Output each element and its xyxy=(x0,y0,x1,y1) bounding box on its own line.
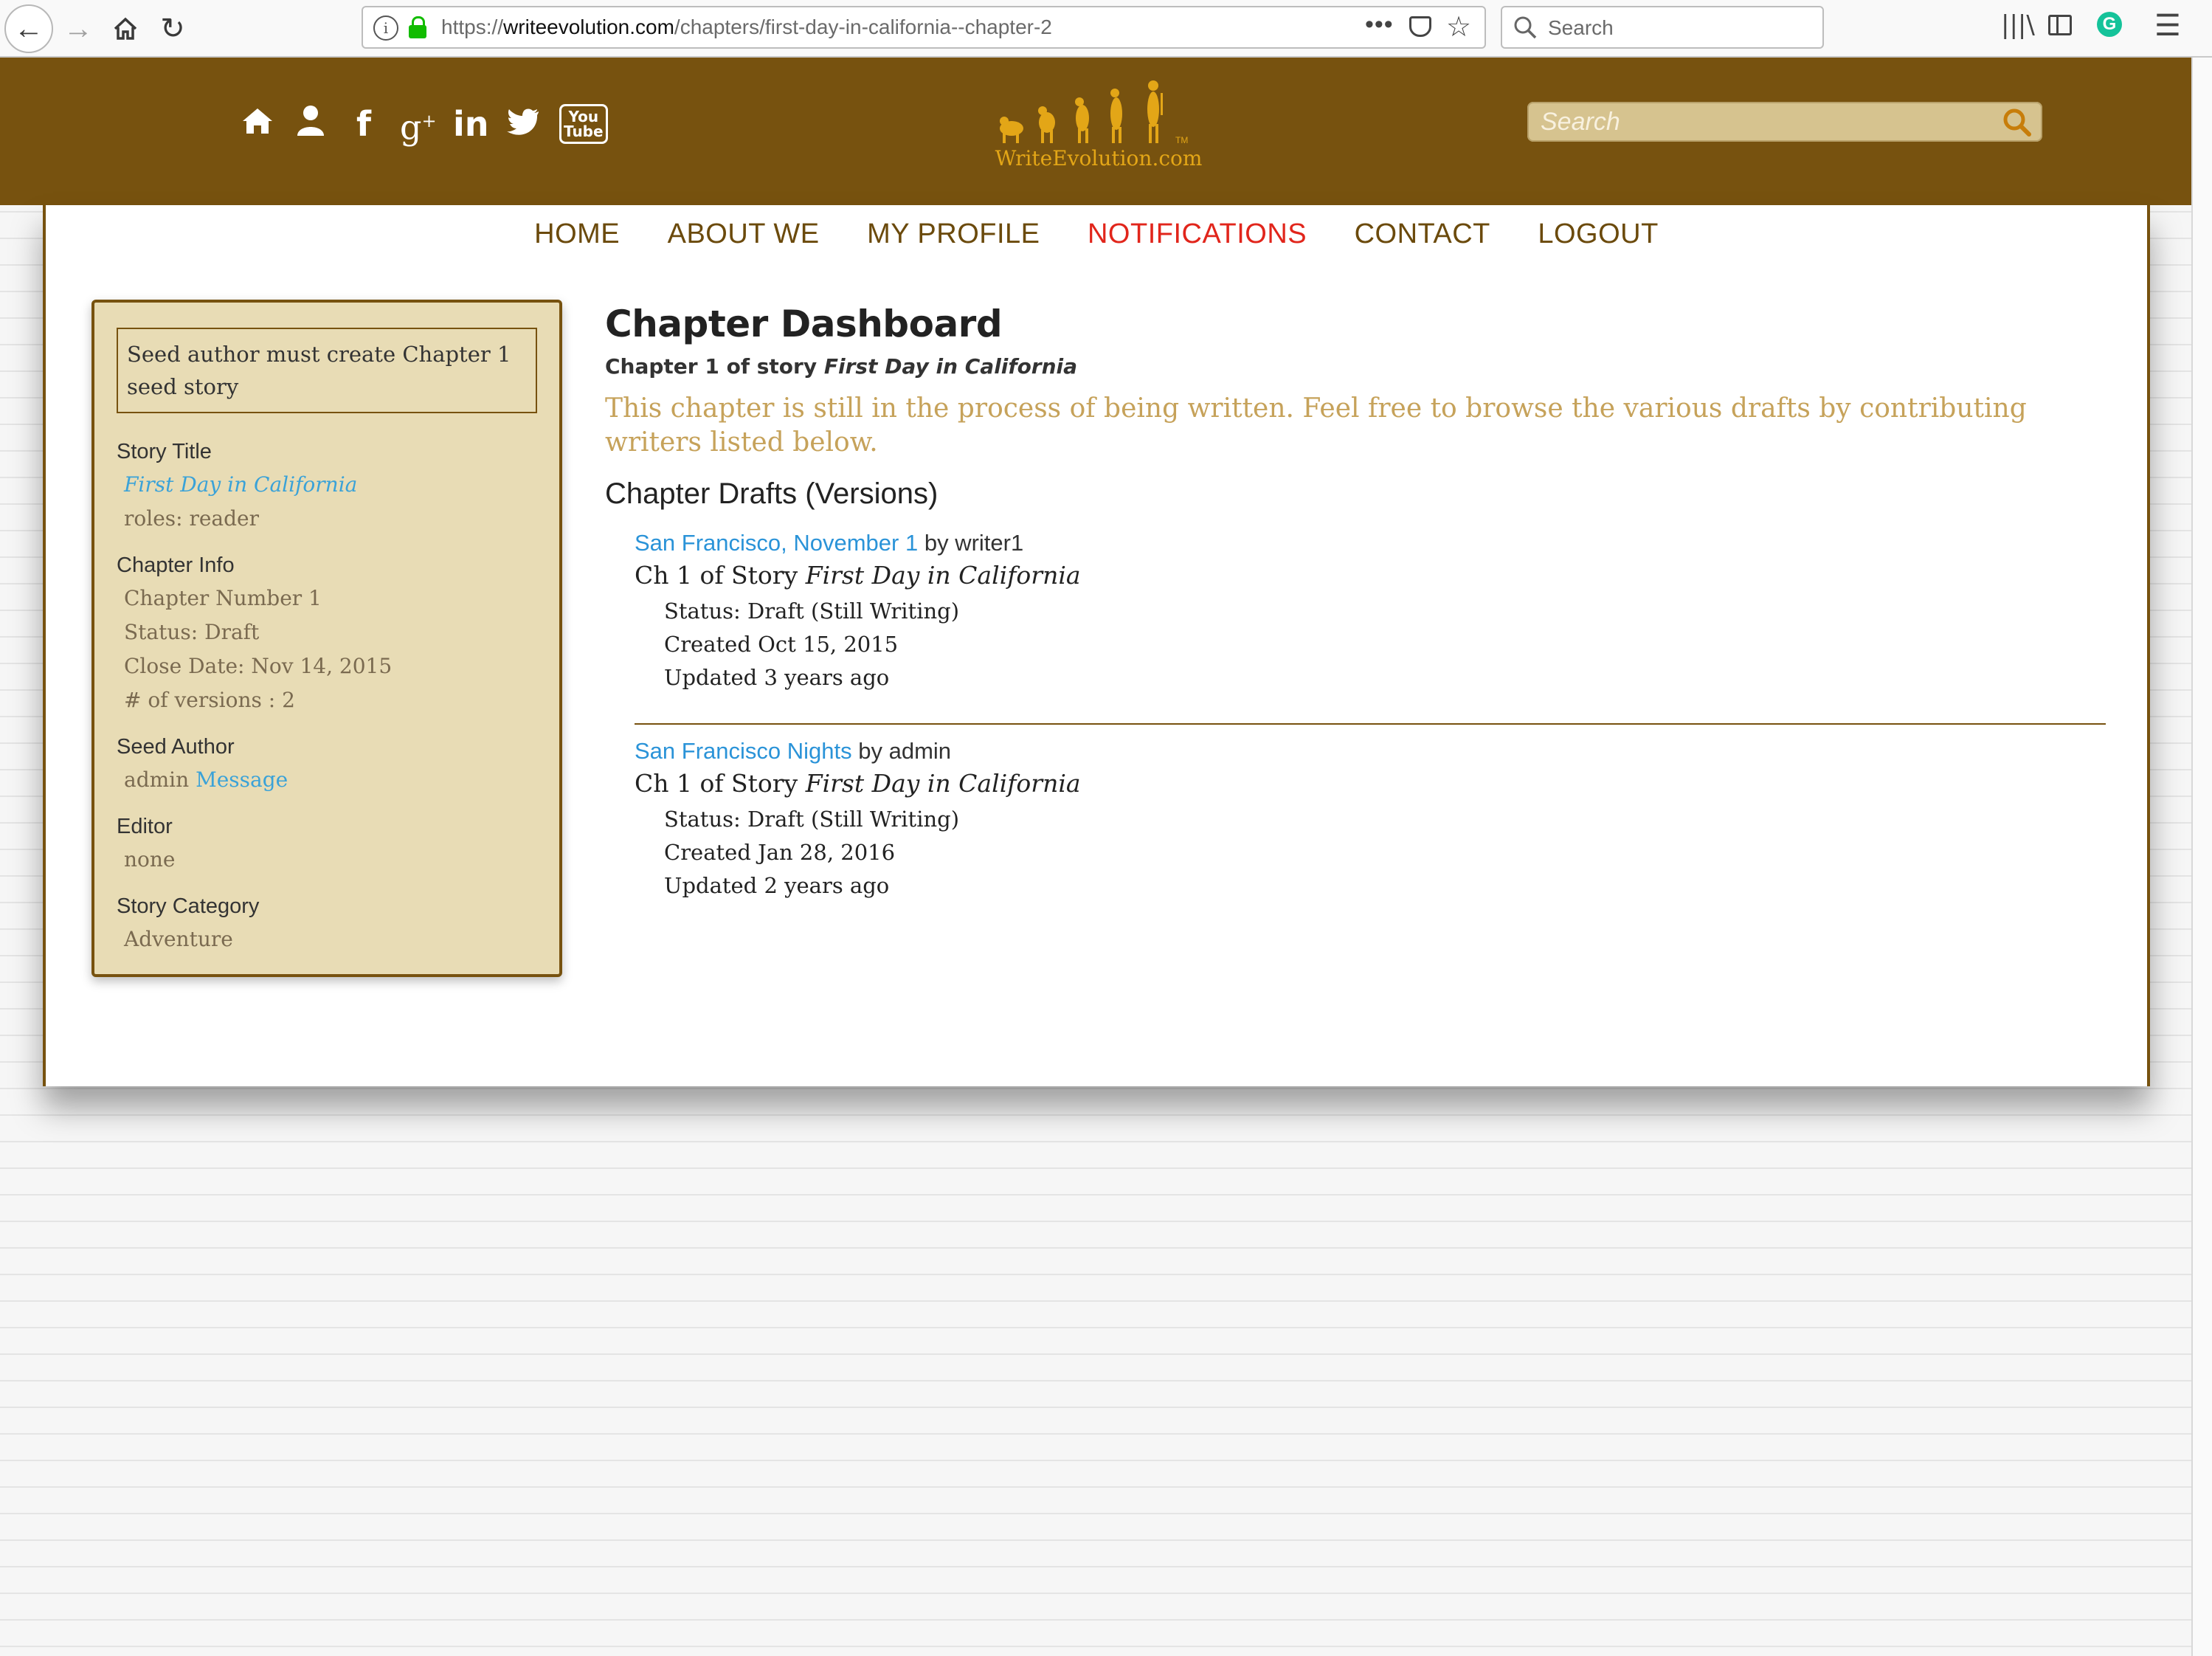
subtitle-story: First Day in California xyxy=(823,354,1078,379)
story-title-link[interactable]: First Day in California xyxy=(124,472,357,497)
google-plus-icon[interactable]: g+ xyxy=(400,99,437,149)
category-heading: Story Category xyxy=(117,894,260,918)
sidebar-toggle-icon[interactable] xyxy=(2048,15,2072,35)
draft-item: San Francisco Nights by admin Ch 1 of St… xyxy=(635,738,2110,903)
back-icon[interactable]: ← xyxy=(4,4,53,53)
editor-heading: Editor xyxy=(117,815,173,838)
chapter-content: Chapter Dashboard Chapter 1 of story Fir… xyxy=(605,298,2125,511)
main-card: HOME ABOUT WE MY PROFILE NOTIFICATIONS C… xyxy=(43,205,2150,1086)
story-title-heading: Story Title xyxy=(117,440,212,463)
url-path: /chapters/first-day-in-california--chapt… xyxy=(674,15,1052,38)
scrollbar-gutter[interactable] xyxy=(2191,58,2212,1656)
url-text[interactable]: https://writeevolution.com/chapters/firs… xyxy=(441,15,1052,39)
site-logo[interactable]: TM WriteEvolution.com xyxy=(992,71,1206,189)
seed-author-section: Seed Author admin Message xyxy=(117,731,288,797)
url-domain: writeevolution.com xyxy=(503,15,674,38)
draft-story-prefix: Ch 1 of Story xyxy=(635,769,798,798)
svg-text:TM: TM xyxy=(1175,135,1188,145)
user-icon[interactable] xyxy=(294,102,328,146)
draft-story-line: Ch 1 of Story First Day in California xyxy=(635,556,2110,595)
draft-updated: Updated 3 years ago xyxy=(664,665,890,690)
chapter-notice: This chapter is still in the process of … xyxy=(605,393,2027,458)
draft-story-prefix: Ch 1 of Story xyxy=(635,561,798,590)
library-icon[interactable]: |||\ xyxy=(2001,10,2035,40)
site-search xyxy=(1527,102,2042,142)
forward-icon[interactable]: → xyxy=(56,7,100,51)
category-section: Story Category Adventure xyxy=(117,890,259,956)
draft-author: by writer1 xyxy=(924,530,1024,556)
draft-title-line: San Francisco Nights by admin xyxy=(635,738,2110,765)
bookmark-star-icon[interactable]: ☆ xyxy=(1446,10,1471,44)
draft-divider xyxy=(635,723,2106,725)
draft-status: Status: Draft (Still Writing) xyxy=(664,807,960,832)
draft-created: Created Jan 28, 2016 xyxy=(664,840,896,865)
seed-author-name: admin xyxy=(124,767,190,792)
category-value: Adventure xyxy=(124,927,233,951)
draft-item: San Francisco, November 1 by writer1 Ch … xyxy=(635,530,2110,694)
editor-value: none xyxy=(124,847,176,872)
linkedin-icon[interactable]: in xyxy=(453,102,489,146)
draft-story-title: First Day in California xyxy=(805,769,1081,798)
story-sidebar: Seed author must create Chapter 1 seed s… xyxy=(91,300,562,977)
page-title: Chapter Dashboard xyxy=(605,303,1003,345)
editor-section: Editor none xyxy=(117,810,176,877)
chapter-status: Status: Draft xyxy=(124,620,260,644)
nav-home[interactable]: HOME xyxy=(534,218,620,250)
nav-logout[interactable]: LOGOUT xyxy=(1538,218,1658,250)
lock-icon xyxy=(409,16,426,38)
browser-search-placeholder: Search xyxy=(1548,16,1614,39)
message-link[interactable]: Message xyxy=(196,767,288,792)
story-title-section: Story Title First Day in California role… xyxy=(117,435,357,536)
search-icon[interactable] xyxy=(2001,106,2032,137)
draft-title-link[interactable]: San Francisco, November 1 xyxy=(635,530,918,556)
twitter-icon[interactable] xyxy=(506,102,540,146)
nav-my-profile[interactable]: MY PROFILE xyxy=(867,218,1040,250)
site-info-icon[interactable]: i xyxy=(373,15,398,41)
chapter-number: Chapter Number 1 xyxy=(124,586,322,610)
nav-contact[interactable]: CONTACT xyxy=(1355,218,1490,250)
evolution-figures-icon: TM xyxy=(1000,80,1188,145)
home-icon[interactable] xyxy=(241,102,274,146)
drafts-heading: Chapter Drafts (Versions) xyxy=(605,477,939,510)
site-header: f g+ in You Tube TM WriteEvolution.com xyxy=(0,58,2191,205)
close-date: Close Date: Nov 14, 2015 xyxy=(124,654,393,678)
pocket-icon[interactable] xyxy=(1409,16,1431,37)
page-actions-icon[interactable]: ••• xyxy=(1365,10,1394,39)
browser-home-icon[interactable] xyxy=(103,7,148,51)
subtitle-prefix: Chapter 1 of story xyxy=(605,354,818,379)
chapter-subtitle: Chapter 1 of story First Day in Californ… xyxy=(605,354,2125,379)
nav-about-we[interactable]: ABOUT WE xyxy=(668,218,820,250)
draft-created: Created Oct 15, 2015 xyxy=(664,632,899,657)
draft-story-title: First Day in California xyxy=(805,561,1081,590)
browser-search-box[interactable]: Search xyxy=(1501,6,1824,49)
seed-note: Seed author must create Chapter 1 seed s… xyxy=(117,328,537,413)
hamburger-menu-icon[interactable]: ☰ xyxy=(2154,9,2181,43)
youtube-icon[interactable]: You Tube xyxy=(559,104,608,145)
social-icons: f g+ in You Tube xyxy=(241,99,608,149)
draft-title-link[interactable]: San Francisco Nights xyxy=(635,738,852,764)
url-scheme: https:// xyxy=(441,15,504,38)
draft-story-line: Ch 1 of Story First Day in California xyxy=(635,765,2110,803)
draft-author: by admin xyxy=(858,738,952,764)
versions-count: # of versions : 2 xyxy=(124,688,295,712)
site-search-input[interactable] xyxy=(1527,102,2011,142)
url-bar[interactable]: i https://writeevolution.com/chapters/fi… xyxy=(362,6,1486,49)
main-nav: HOME ABOUT WE MY PROFILE NOTIFICATIONS C… xyxy=(46,218,2147,250)
chapter-info-section: Chapter Info Chapter Number 1 Status: Dr… xyxy=(117,549,392,717)
chapter-info-heading: Chapter Info xyxy=(117,553,235,577)
browser-search-icon xyxy=(1514,16,1537,39)
draft-updated: Updated 2 years ago xyxy=(664,873,890,898)
facebook-icon[interactable]: f xyxy=(347,102,381,146)
logo-text: WriteEvolution.com xyxy=(995,146,1203,170)
draft-title-line: San Francisco, November 1 by writer1 xyxy=(635,530,2110,556)
grammarly-icon[interactable]: G xyxy=(2097,12,2122,37)
reload-icon[interactable]: ↻ xyxy=(151,7,195,51)
draft-status: Status: Draft (Still Writing) xyxy=(664,598,960,624)
roles-text: roles: reader xyxy=(124,506,259,531)
browser-toolbar: ← → ↻ i https://writeevolution.com/chapt… xyxy=(0,0,2212,58)
seed-author-heading: Seed Author xyxy=(117,735,235,759)
nav-notifications[interactable]: NOTIFICATIONS xyxy=(1088,218,1307,250)
